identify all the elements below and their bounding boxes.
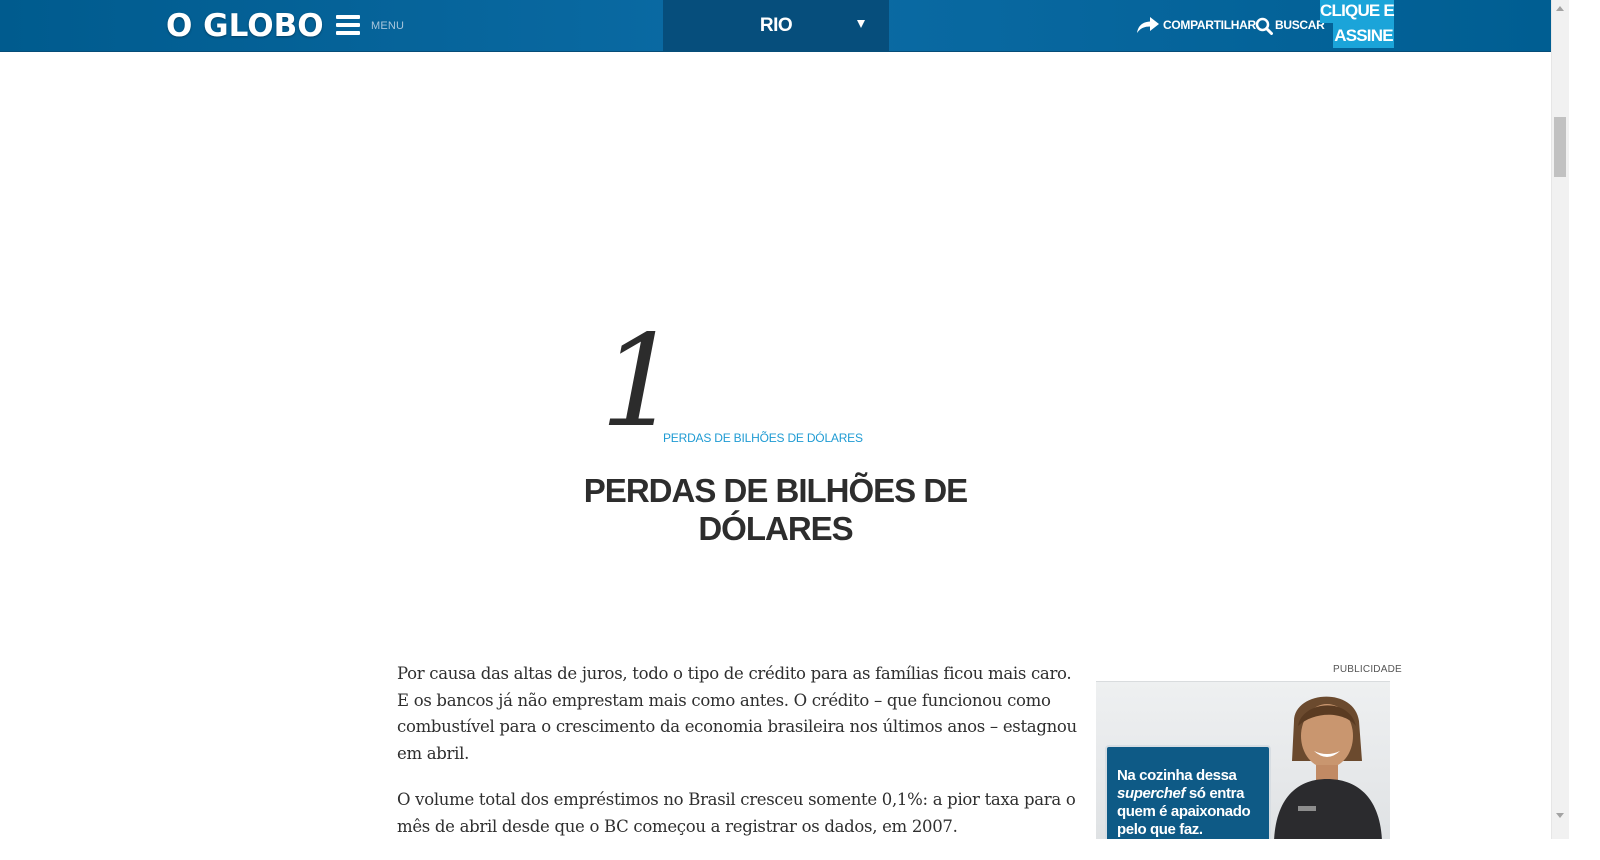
article-paragraph: Por causa das altas de juros, todo o tip… xyxy=(397,664,1077,763)
site-logo[interactable]: O GLOBO xyxy=(166,6,324,46)
article-paragraph: O volume total dos empréstimos no Brasil… xyxy=(397,790,1076,836)
chef-photo xyxy=(1274,696,1382,839)
advertisement[interactable]: Na cozinha dessa superchef só entra quem… xyxy=(1096,681,1390,839)
scroll-up-arrow-icon[interactable] xyxy=(1556,6,1564,11)
menu-button[interactable]: MENU xyxy=(336,14,406,38)
article-body: Por causa das altas de juros, todo o tip… xyxy=(397,661,1081,860)
ad-sign: Na cozinha dessa superchef só entra quem… xyxy=(1105,745,1271,839)
top-navigation-bar: O GLOBO MENU RIO COMPARTILHAR BUSCAR CLI… xyxy=(0,0,1551,52)
share-button[interactable]: COMPARTILHAR xyxy=(1136,15,1256,37)
search-button[interactable]: BUSCAR xyxy=(1255,15,1325,37)
ad-copy-line3: quem é apaixonado xyxy=(1117,803,1251,820)
menu-label: MENU xyxy=(371,20,405,32)
section-dropdown[interactable]: RIO xyxy=(663,0,889,51)
subscribe-line1: CLIQUE E xyxy=(1320,0,1395,23)
section-label: RIO xyxy=(759,15,793,36)
ad-copy-line4: pelo que faz. xyxy=(1117,821,1203,838)
ad-copy-emphasis: superchef xyxy=(1117,785,1186,802)
ad-copy: Na cozinha dessa superchef só entra quem… xyxy=(1117,767,1267,839)
hamburger-icon xyxy=(336,15,360,37)
search-label: BUSCAR xyxy=(1275,18,1325,32)
search-icon xyxy=(1255,17,1273,35)
chapter-title: PERDAS DE BILHÕES DE DÓLARES xyxy=(583,472,968,547)
share-arrow-icon xyxy=(1137,17,1159,33)
subscribe-line2: ASSINE xyxy=(1333,23,1394,48)
subscribe-button[interactable]: CLIQUE E ASSINE xyxy=(1320,0,1395,48)
chevron-down-icon xyxy=(857,20,865,28)
ad-copy-line1: Na cozinha dessa xyxy=(1117,767,1237,784)
vertical-scrollbar[interactable] xyxy=(1551,0,1569,839)
scroll-down-arrow-icon[interactable] xyxy=(1556,813,1564,818)
scroll-thumb[interactable] xyxy=(1554,117,1566,177)
share-label: COMPARTILHAR xyxy=(1163,18,1256,32)
ad-label: PUBLICIDADE xyxy=(1333,664,1402,675)
chapter-kicker: PERDAS DE BILHÕES DE DÓLARES xyxy=(663,431,863,445)
ad-copy-line2: só entra xyxy=(1185,785,1245,802)
